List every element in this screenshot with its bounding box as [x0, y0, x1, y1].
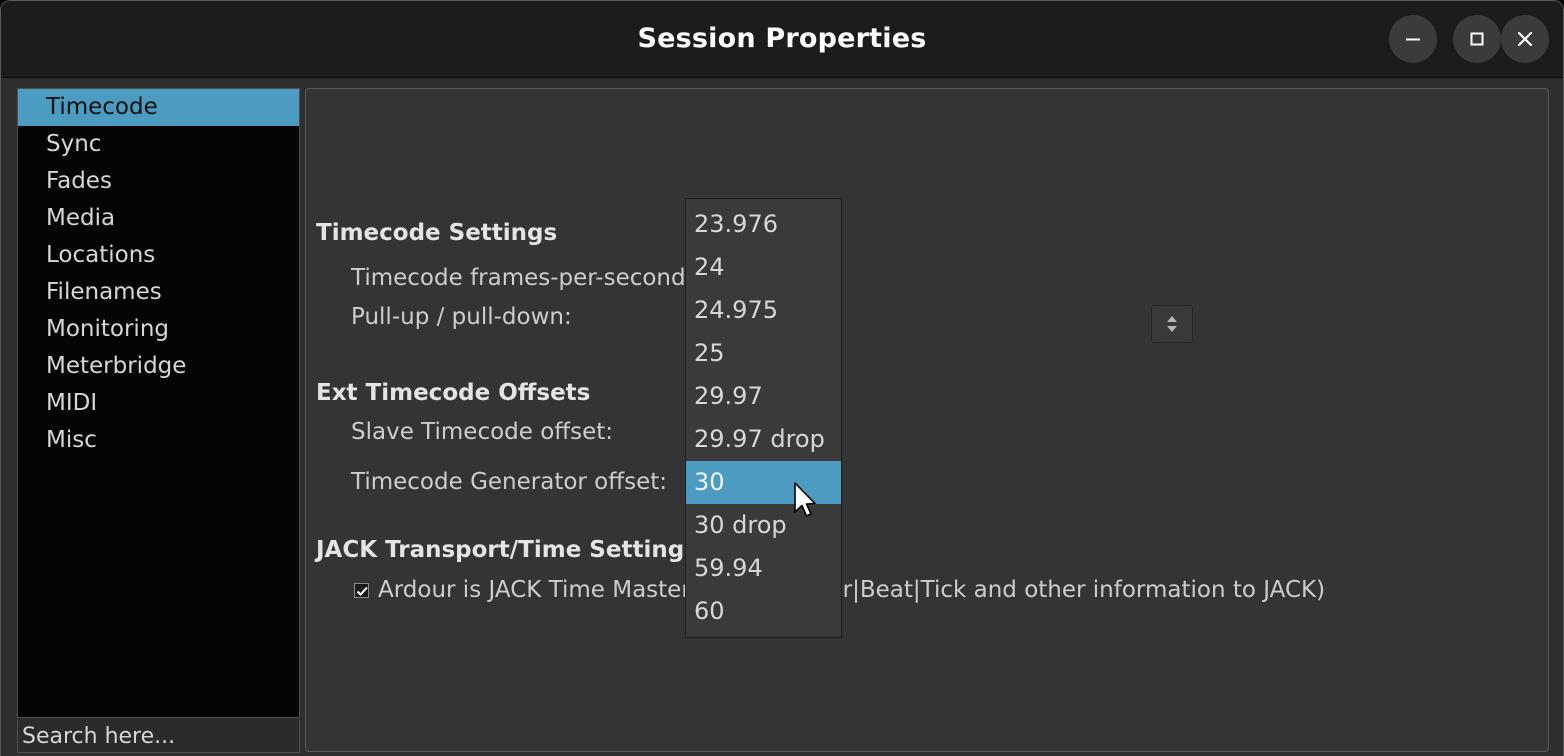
sidebar-item-filenames[interactable]: Filenames — [18, 274, 299, 311]
dropdown-option-29-97-drop[interactable]: 29.97 drop — [686, 418, 841, 461]
title-bar[interactable]: Session Properties — [1, 1, 1563, 78]
settings-category-list[interactable]: Timecode Sync Fades Media Locations File… — [17, 88, 300, 718]
jack-time-master-label: Ardour is JACK Time Master (provides Bar… — [378, 577, 1326, 603]
window-title: Session Properties — [637, 23, 927, 54]
label-pull-up-pull-down: Pull-up / pull-down: — [351, 304, 572, 330]
sidebar-item-monitoring[interactable]: Monitoring — [18, 311, 299, 348]
spinner-arrows-icon — [1152, 314, 1192, 334]
sidebar-item-misc[interactable]: Misc — [18, 422, 299, 459]
pull-up-pull-down-spinner[interactable] — [1151, 305, 1193, 343]
dropdown-option-25[interactable]: 25 — [686, 332, 841, 375]
jack-time-master-checkbox[interactable] — [354, 582, 369, 598]
timecode-fps-dropdown-list[interactable]: 23.976 24 24.975 25 29.97 29.97 drop 30 … — [685, 198, 842, 638]
dropdown-option-24[interactable]: 24 — [686, 246, 841, 289]
search-bar[interactable] — [17, 720, 300, 753]
label-slave-timecode-offset: Slave Timecode offset: — [351, 419, 614, 445]
dropdown-option-30-drop[interactable]: 30 drop — [686, 504, 841, 547]
minimize-button[interactable] — [1389, 15, 1437, 63]
timecode-settings-panel: Timecode Settings Timecode frames-per-se… — [305, 88, 1549, 752]
sidebar-item-midi[interactable]: MIDI — [18, 385, 299, 422]
maximize-button[interactable] — [1453, 15, 1501, 63]
dropdown-option-59-94[interactable]: 59.94 — [686, 547, 841, 590]
dropdown-option-30[interactable]: 30 — [686, 461, 841, 504]
dropdown-option-29-97[interactable]: 29.97 — [686, 375, 841, 418]
sidebar-item-locations[interactable]: Locations — [18, 237, 299, 274]
sidebar-item-timecode[interactable]: Timecode — [18, 89, 299, 126]
label-timecode-generator-offset: Timecode Generator offset: — [351, 469, 667, 495]
maximize-icon — [1453, 28, 1501, 50]
section-title-ext-timecode-offsets: Ext Timecode Offsets — [316, 380, 591, 406]
close-icon — [1501, 28, 1549, 50]
session-properties-window: Session Properties Timecode Sync Fades M… — [0, 0, 1564, 756]
minimize-icon — [1389, 28, 1437, 50]
section-title-timecode-settings: Timecode Settings — [316, 220, 558, 246]
close-button[interactable] — [1501, 15, 1549, 63]
dropdown-option-60[interactable]: 60 — [686, 590, 841, 633]
search-input[interactable] — [18, 720, 299, 752]
sidebar-item-meterbridge[interactable]: Meterbridge — [18, 348, 299, 385]
sidebar-item-sync[interactable]: Sync — [18, 126, 299, 163]
dialog-body: Timecode Sync Fades Media Locations File… — [1, 78, 1563, 756]
section-title-jack-transport: JACK Transport/Time Settings — [316, 537, 698, 563]
sidebar-item-fades[interactable]: Fades — [18, 163, 299, 200]
dropdown-option-24-975[interactable]: 24.975 — [686, 289, 841, 332]
dropdown-option-23-976[interactable]: 23.976 — [686, 203, 841, 246]
label-timecode-fps: Timecode frames-per-second: — [351, 265, 694, 291]
sidebar-item-media[interactable]: Media — [18, 200, 299, 237]
